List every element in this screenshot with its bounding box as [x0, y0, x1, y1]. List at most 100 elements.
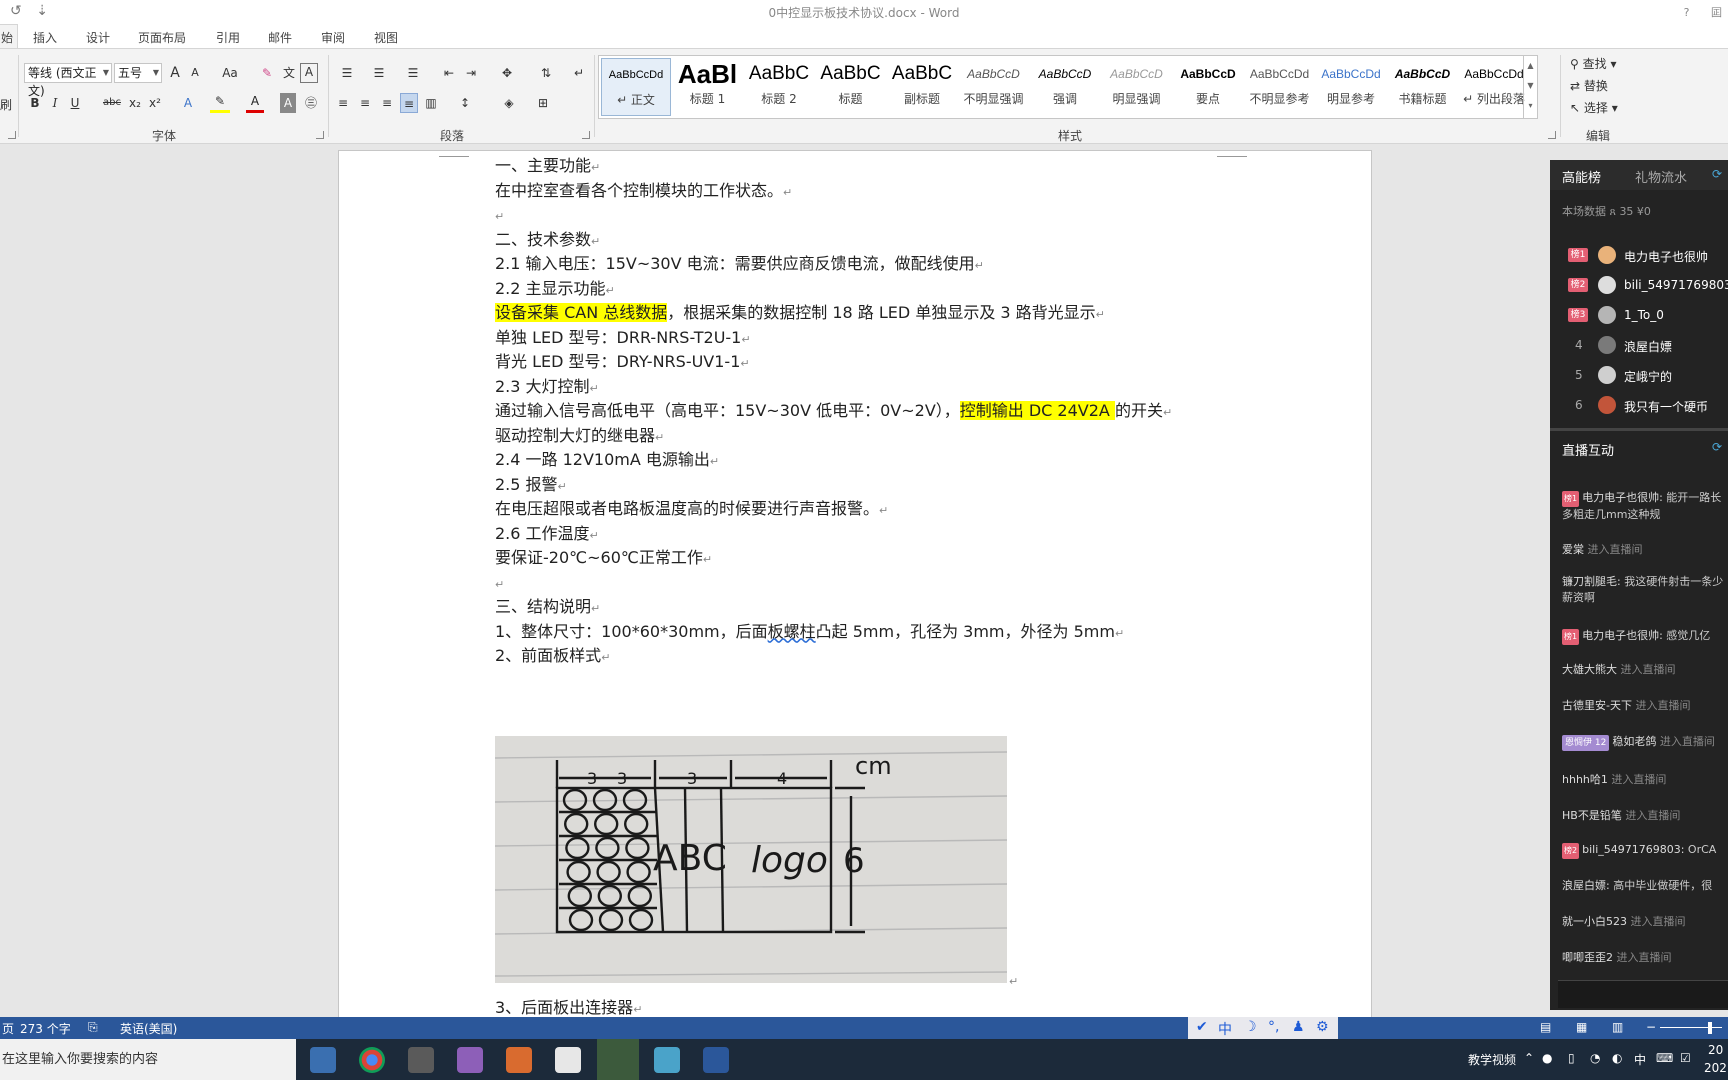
app-icon[interactable] — [408, 1047, 434, 1073]
refresh-icon[interactable]: ⟳ — [1712, 440, 1722, 454]
sort-icon[interactable]: ⇅ — [536, 63, 556, 83]
document-page[interactable]: 一、主要功能↵ 在中控室查看各个控制模块的工作状态。↵ ↵ 二、技术参数↵ 2.1 输入… — [338, 150, 1372, 1017]
calculator-icon[interactable] — [310, 1047, 336, 1073]
chat-username[interactable]: hhhh哈1 — [1562, 773, 1608, 786]
gallery-scroll-icon[interactable]: ▲ — [1524, 56, 1537, 76]
char-shading-icon[interactable]: A — [280, 93, 296, 113]
align-left-icon[interactable]: ≡ — [334, 93, 352, 113]
help-icon[interactable]: ? — [1684, 6, 1690, 19]
app-icon[interactable] — [506, 1047, 532, 1073]
web-layout-icon[interactable]: ▥ — [1612, 1020, 1623, 1034]
ime-logo-icon[interactable]: ✔ — [1196, 1019, 1208, 1035]
borders-icon[interactable]: ⊞ — [530, 93, 556, 113]
clock-time[interactable]: 20 — [1708, 1043, 1723, 1057]
tab-home[interactable]: 始 — [0, 24, 18, 49]
underline-button[interactable]: U — [66, 93, 84, 113]
format-painter-label[interactable]: 刷 — [0, 95, 12, 115]
subscript-button[interactable]: x₂ — [126, 93, 144, 113]
style-item[interactable]: AaBbCcDd 明显参考 — [1316, 58, 1386, 116]
distributed-icon[interactable]: ▥ — [422, 93, 440, 113]
word-icon[interactable] — [703, 1047, 729, 1073]
wechat-taskbar-active[interactable] — [597, 1039, 639, 1080]
justify-icon[interactable]: ≡ — [400, 93, 418, 113]
shrink-font-button[interactable]: A — [186, 63, 204, 83]
gallery-scroll[interactable]: ▲ ▼ ▾ — [1523, 56, 1537, 118]
tab-high-energy-rank[interactable]: 高能榜 — [1562, 167, 1601, 186]
read-mode-icon[interactable]: ▤ — [1540, 1020, 1551, 1034]
font-dialog-launcher-icon[interactable] — [316, 131, 324, 139]
zoom-out-icon[interactable]: − — [1646, 1020, 1656, 1034]
italic-button[interactable]: I — [46, 93, 64, 113]
chat-username[interactable]: 电力电子也很帅: — [1582, 491, 1663, 504]
restore-icon[interactable]: 囸 — [1711, 6, 1722, 19]
zoom-slider[interactable] — [1660, 1027, 1722, 1028]
style-item[interactable]: AaBbCcDd ↵ 正文 — [601, 58, 671, 116]
grow-font-button[interactable]: A — [166, 63, 184, 83]
language[interactable]: 英语(美国) — [120, 1020, 177, 1037]
clipboard-launcher-icon[interactable] — [8, 131, 16, 139]
font-size-select[interactable]: 五号 ▼ — [114, 63, 162, 83]
volume-icon[interactable]: ◐ — [1612, 1051, 1622, 1065]
zoom-slider-thumb[interactable] — [1708, 1022, 1712, 1034]
replace-button[interactable]: ⇄ 替换 — [1570, 77, 1608, 94]
chat-username[interactable]: 浪屋白嫖: — [1562, 879, 1610, 892]
tab-references[interactable]: 引用 — [216, 29, 240, 46]
style-item[interactable]: AaBbCcD 不明显强调 — [959, 58, 1029, 116]
page-indicator[interactable]: 页 — [2, 1020, 14, 1037]
chat-input[interactable] — [1558, 980, 1728, 1008]
wechat-tray-icon[interactable]: ● — [1542, 1051, 1552, 1065]
tab-gift-flow[interactable]: 礼物流水 — [1635, 167, 1687, 186]
clock-date[interactable]: 202 — [1704, 1061, 1727, 1075]
text-effects-icon[interactable]: A — [178, 93, 198, 113]
decrease-indent-icon[interactable]: ⇤ — [440, 63, 458, 83]
numbering-icon[interactable]: ☰ — [366, 63, 392, 83]
multilevel-list-icon[interactable]: ☰ — [400, 63, 426, 83]
style-item[interactable]: AaBl 标题 1 — [673, 58, 743, 116]
rank-row[interactable]: 榜2 bili_54971769803 — [1550, 274, 1728, 298]
ime-mode[interactable]: 中 — [1634, 1051, 1646, 1068]
style-item[interactable]: AaBbCcDd 不明显参考 — [1245, 58, 1315, 116]
ime-settings-icon[interactable]: ⚙ — [1316, 1019, 1329, 1035]
phonetic-guide-icon[interactable]: 文 — [280, 63, 298, 83]
tab-insert[interactable]: 插入 — [33, 29, 57, 46]
rank-row[interactable]: 5 定峨宁的 — [1550, 364, 1728, 388]
highlight-color-icon[interactable]: ✎ — [210, 93, 230, 113]
style-item[interactable]: AaBbCcD 书籍标题 — [1388, 58, 1458, 116]
chat-username[interactable]: 电力电子也很帅: — [1582, 629, 1663, 642]
chat-username[interactable]: 古德里安-天下 — [1562, 699, 1632, 712]
refresh-icon[interactable]: ⟳ — [1712, 167, 1722, 181]
excel-icon[interactable] — [555, 1047, 581, 1073]
superscript-button[interactable]: x² — [146, 93, 164, 113]
style-item[interactable]: AaBbCcDd ↵ 列出段落 — [1459, 58, 1529, 116]
chat-username[interactable]: 大雄大熊大 — [1562, 663, 1617, 676]
tray-label[interactable]: 教学视频 — [1468, 1051, 1516, 1068]
ime-punct-icon[interactable]: °, — [1268, 1019, 1279, 1035]
taskbar-search-input[interactable]: 在这里输入你要搜索的内容 — [0, 1039, 296, 1080]
strikethrough-button[interactable]: abc — [100, 93, 124, 113]
chat-username[interactable]: 爱棠 — [1562, 543, 1584, 556]
chat-username[interactable]: 就一小白523 — [1562, 915, 1627, 928]
clear-format-icon[interactable]: ✎ — [258, 63, 276, 83]
find-button[interactable]: ⚲ 查找 ▾ — [1570, 55, 1616, 72]
shading-icon[interactable]: ◈ — [496, 93, 522, 113]
rank-row[interactable]: 榜1 电力电子也很帅 — [1550, 244, 1728, 268]
change-case-button[interactable]: Aa — [216, 63, 244, 83]
keyboard-icon[interactable]: ⌨ — [1656, 1051, 1673, 1065]
align-right-icon[interactable]: ≡ — [378, 93, 396, 113]
show-marks-icon[interactable]: ↵ — [570, 63, 588, 83]
asian-layout-icon[interactable]: ✥ — [494, 63, 520, 83]
styles-dialog-launcher-icon[interactable] — [1548, 131, 1556, 139]
enclose-char-icon[interactable]: ㊂ — [302, 93, 320, 113]
rank-row[interactable]: 4 浪屋白嫖 — [1550, 334, 1728, 358]
select-button[interactable]: ↖ 选择 ▾ — [1570, 99, 1618, 116]
rank-row[interactable]: 榜3 1_To_0 — [1550, 304, 1728, 328]
word-count[interactable]: 273 个字 — [20, 1020, 71, 1037]
chat-username[interactable]: 唧唧歪歪2 — [1562, 951, 1613, 964]
usb-icon[interactable]: ▯ — [1568, 1051, 1575, 1065]
style-item[interactable]: AaBbC 标题 — [816, 58, 886, 116]
line-spacing-icon[interactable]: ↕ — [452, 93, 478, 113]
style-item[interactable]: AaBbCcD 强调 — [1030, 58, 1100, 116]
gallery-scroll-icon[interactable]: ▼ — [1524, 76, 1537, 96]
print-layout-icon[interactable]: ▦ — [1576, 1020, 1587, 1034]
chat-username[interactable]: HB不是铅笔 — [1562, 809, 1622, 822]
